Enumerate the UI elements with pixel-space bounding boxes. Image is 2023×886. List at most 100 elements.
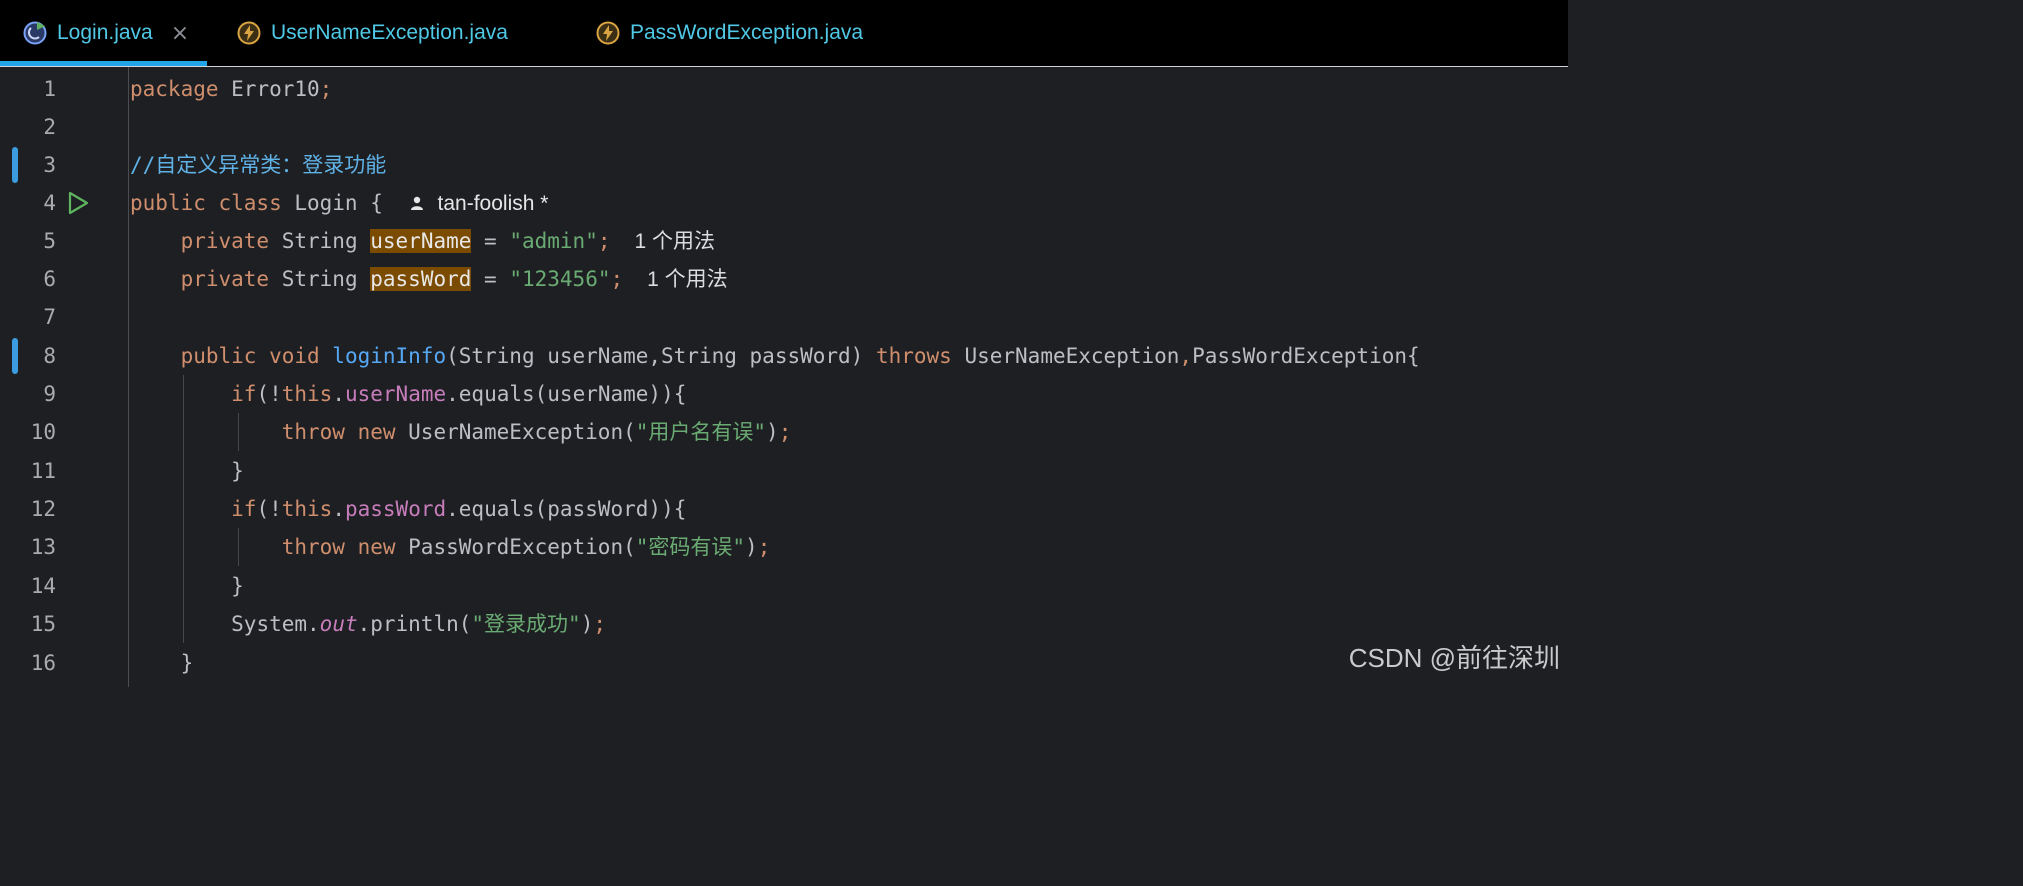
line-number: 14	[30, 574, 56, 598]
line-number-gutter[interactable]: 1 2 3 4 5 6 7 8 9 10 11 12 13 14 15 16	[0, 67, 129, 687]
tab-label: PassWordException.java	[630, 21, 864, 44]
code-line-13: throw new PassWordException("密码有误");	[130, 528, 771, 566]
run-gutter-icon[interactable]	[66, 191, 90, 219]
keyword: throw new	[281, 535, 396, 559]
package-name: Error10	[218, 77, 320, 101]
editor-tab-bar: Login.java × UserNameException.java Pass…	[0, 0, 1568, 67]
type-name: String	[269, 229, 371, 253]
code-line-14: }	[130, 574, 244, 598]
author-hint[interactable]: tan-foolish *	[409, 191, 549, 215]
punctuation: .	[332, 382, 345, 406]
exception-type: PassWordException{	[1192, 344, 1420, 368]
comma: ,	[1179, 344, 1193, 368]
code-line-5: private String userName = "admin"; 1 个用法	[130, 222, 715, 261]
line-number: 13	[30, 535, 56, 559]
string-literal: "用户名有误"	[635, 420, 767, 444]
parameters: (String userName,String passWord)	[446, 344, 876, 368]
method-call: .equals(userName)){	[446, 382, 687, 406]
method-call: .println(	[357, 612, 472, 636]
keyword: this	[281, 382, 333, 406]
highlighted-field: passWord	[370, 267, 472, 291]
string-literal: "123456"	[509, 267, 611, 291]
class-declaration: Login {	[281, 191, 383, 215]
tab-passwordexception-java[interactable]: PassWordException.java	[595, 0, 863, 66]
punctuation: )	[580, 612, 594, 636]
tab-label: Login.java	[57, 21, 153, 44]
line-number: 9	[43, 382, 56, 406]
exception-class-icon	[236, 20, 262, 46]
line-number: 10	[30, 420, 56, 444]
semicolon: ;	[778, 420, 792, 444]
operator: =	[471, 229, 510, 253]
punctuation: (!	[256, 382, 282, 406]
line-number: 11	[30, 459, 56, 483]
keyword: public class	[130, 191, 282, 215]
change-marker[interactable]	[12, 147, 18, 183]
user-icon	[409, 191, 425, 215]
line-number: 6	[43, 267, 56, 291]
exception-type: UserNameException	[951, 344, 1180, 368]
semicolon: ;	[757, 535, 771, 559]
keyword: throw new	[281, 420, 396, 444]
operator: =	[471, 267, 510, 291]
keyword: if	[231, 382, 257, 406]
code-line-1: package Error10;	[130, 70, 332, 108]
comment-slashes: //	[130, 153, 156, 177]
string-literal: "登录成功"	[471, 612, 581, 636]
line-number: 16	[30, 651, 56, 675]
semicolon: ;	[319, 77, 333, 101]
type-name: String	[269, 267, 371, 291]
code-line-16: }	[130, 651, 194, 675]
punctuation: (!	[256, 497, 282, 521]
punctuation: )	[766, 420, 779, 444]
method-name: loginInfo	[319, 344, 447, 368]
semicolon: ;	[610, 267, 624, 291]
line-number: 1	[43, 77, 56, 101]
tab-login-java[interactable]: Login.java ×	[0, 0, 208, 66]
code-line-3: //自定义异常类：登录功能	[130, 146, 386, 184]
keyword: throws	[875, 344, 952, 368]
code-line-15: System.out.println("登录成功");	[130, 605, 606, 643]
usage-hint[interactable]: 1 个用法	[647, 268, 728, 291]
code-line-6: private String passWord = "123456"; 1 个用法	[130, 260, 728, 299]
line-number: 5	[43, 229, 56, 253]
author-name: tan-foolish *	[437, 192, 549, 215]
semicolon: ;	[593, 612, 607, 636]
active-tab-indicator	[0, 61, 208, 66]
field-reference: passWord	[344, 497, 447, 521]
close-icon[interactable]: ×	[171, 21, 189, 46]
tab-usernameexception-java[interactable]: UserNameException.java	[236, 0, 508, 66]
code-line-4: public class Login { tan-foolish *	[130, 184, 548, 223]
usage-hint[interactable]: 1 个用法	[635, 230, 716, 253]
line-number: 15	[30, 612, 56, 636]
string-literal: "密码有误"	[635, 535, 746, 559]
java-class-run-icon	[22, 20, 48, 46]
punctuation: .	[332, 497, 345, 521]
tab-label: UserNameException.java	[271, 21, 508, 44]
line-number: 7	[43, 305, 56, 329]
constructor-call: UserNameException(	[395, 420, 636, 444]
field-reference: userName	[344, 382, 447, 406]
code-line-8: public void loginInfo(String userName,St…	[130, 337, 1420, 375]
constructor-call: PassWordException(	[395, 535, 636, 559]
keyword: this	[281, 497, 333, 521]
change-marker[interactable]	[12, 338, 18, 374]
keyword: public void	[180, 344, 320, 368]
semicolon: ;	[597, 229, 611, 253]
line-number: 4	[43, 191, 56, 215]
code-line-12: if(!this.passWord.equals(passWord)){	[130, 490, 686, 528]
line-number: 12	[30, 497, 56, 521]
string-literal: "admin"	[509, 229, 598, 253]
code-line-10: throw new UserNameException("用户名有误");	[130, 413, 792, 451]
code-editor[interactable]: 1 2 3 4 5 6 7 8 9 10 11 12 13 14 15 16 p…	[0, 67, 1568, 687]
line-number: 8	[43, 344, 56, 368]
watermark: CSDN @前往深圳	[1348, 643, 1560, 673]
code-line-11: }	[130, 459, 244, 483]
static-field: out	[319, 612, 358, 636]
